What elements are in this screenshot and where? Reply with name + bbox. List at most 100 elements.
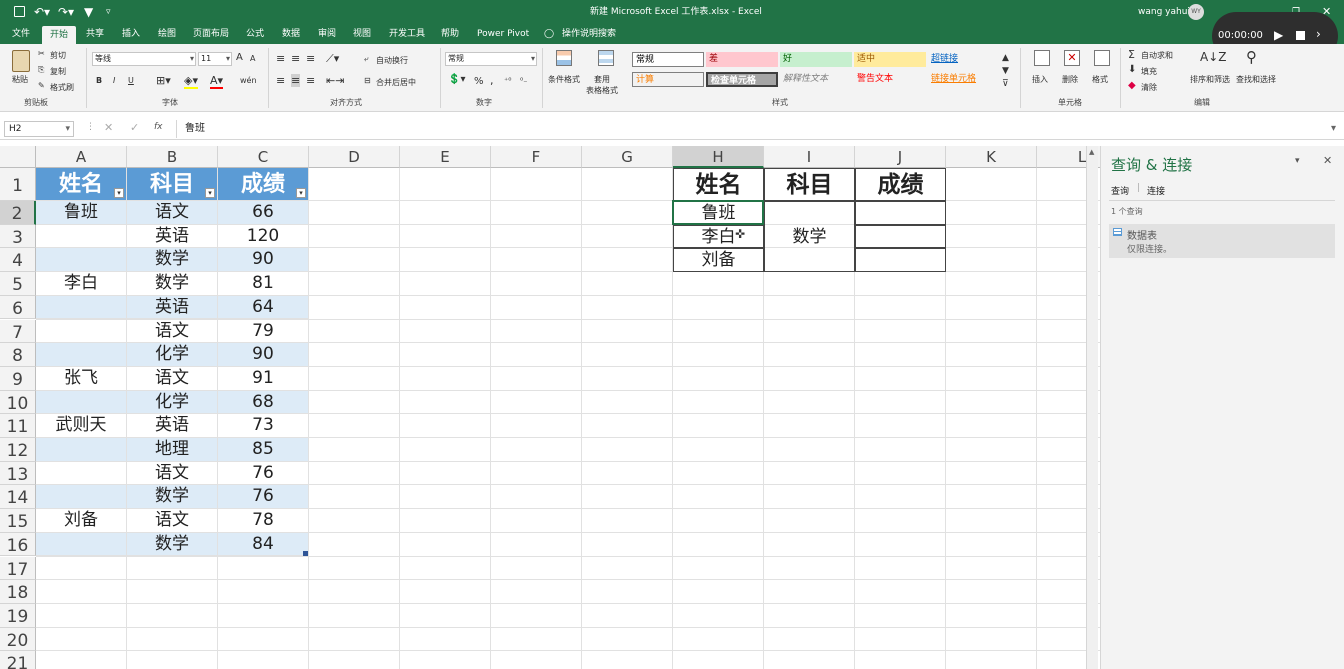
cell-style-6[interactable]: 检查单元格: [706, 72, 778, 87]
fill-color-icon[interactable]: ◈▾: [184, 74, 198, 89]
merge-center-button[interactable]: 合并后居中: [376, 77, 416, 88]
decrease-decimal-icon[interactable]: ⁰₋: [520, 76, 527, 85]
italic-button[interactable]: I: [113, 76, 115, 85]
col-header-K[interactable]: K: [946, 146, 1037, 168]
table-cell[interactable]: 语文: [127, 461, 218, 486]
col-header-J[interactable]: J: [855, 146, 946, 168]
tab-help[interactable]: 帮助: [441, 24, 459, 44]
table-cell[interactable]: 91: [218, 366, 309, 391]
collapse-icon[interactable]: ›: [1316, 27, 1321, 41]
cell-style-4[interactable]: 超链接: [928, 52, 998, 67]
cell-style-3[interactable]: 适中: [854, 52, 926, 67]
query-header-2[interactable]: 成绩: [855, 168, 946, 201]
cancel-icon[interactable]: ✕: [104, 121, 113, 134]
comma-button[interactable]: ,: [490, 74, 494, 87]
orientation-icon[interactable]: ⟋▾: [326, 52, 339, 66]
cell-style-8[interactable]: 警告文本: [854, 72, 926, 87]
row-header-1[interactable]: 1: [0, 168, 36, 201]
row-header-12[interactable]: 12: [0, 438, 36, 462]
tab-data[interactable]: 数据: [282, 24, 300, 44]
row-header-20[interactable]: 20: [0, 627, 36, 652]
table-cell[interactable]: 79: [218, 319, 309, 344]
row-header-3[interactable]: 3: [0, 224, 36, 249]
col-header-G[interactable]: G: [582, 146, 673, 168]
row-header-15[interactable]: 15: [0, 509, 36, 533]
table-cell[interactable]: [36, 319, 127, 344]
col-header-D[interactable]: D: [309, 146, 400, 168]
row-header-18[interactable]: 18: [0, 580, 36, 604]
percent-button[interactable]: %: [474, 76, 484, 87]
query-header-1[interactable]: 科目: [764, 168, 855, 201]
play-icon[interactable]: ▶: [1274, 28, 1283, 42]
pane-close-icon[interactable]: ✕: [1323, 154, 1332, 167]
row-header-7[interactable]: 7: [0, 319, 36, 344]
font-size-combo[interactable]: 11 ▾: [198, 52, 232, 66]
cut-button[interactable]: 剪切: [50, 50, 66, 61]
table-cell[interactable]: 76: [218, 461, 309, 486]
fill-button[interactable]: 填充: [1141, 66, 1157, 77]
align-top-icon[interactable]: ≡: [276, 52, 285, 65]
row-header-17[interactable]: 17: [0, 556, 36, 581]
align-right-icon[interactable]: ≡: [306, 74, 315, 87]
tab-draw[interactable]: 绘图: [158, 24, 176, 44]
tab-formulas[interactable]: 公式: [246, 24, 264, 44]
table-cell[interactable]: 数学: [127, 532, 218, 557]
copy-button[interactable]: 复制: [50, 66, 66, 77]
query-subject-merged[interactable]: 数学: [764, 201, 855, 273]
align-bottom-icon[interactable]: ≡: [306, 52, 315, 65]
row-header-4[interactable]: 4: [0, 248, 36, 273]
tab-view[interactable]: 视图: [353, 24, 371, 44]
table-cell[interactable]: [36, 532, 127, 557]
col-header-H[interactable]: H: [673, 146, 764, 168]
tab-share[interactable]: 共享: [86, 24, 104, 44]
format-as-table-button[interactable]: 套用 表格格式: [586, 74, 618, 96]
table-cell[interactable]: 鲁班: [36, 201, 127, 225]
row-header-9[interactable]: 9: [0, 366, 36, 391]
table-cell[interactable]: 语文: [127, 509, 218, 533]
align-left-icon[interactable]: ≡: [276, 74, 285, 87]
table-cell[interactable]: [36, 343, 127, 367]
enter-icon[interactable]: ✓: [130, 121, 139, 134]
query-header-0[interactable]: 姓名: [673, 168, 764, 201]
worksheet-grid[interactable]: A B C D E F G H I J K L 1 2 3 4 5 6 7 8 9 10 11 12 13 14 15 16 17 18 1…: [0, 146, 1100, 669]
row-header-10[interactable]: 10: [0, 390, 36, 415]
undo-icon[interactable]: ↶▾: [34, 0, 50, 24]
delete-cells-button[interactable]: 删除: [1062, 74, 1078, 85]
name-box[interactable]: H2 ▾: [4, 121, 74, 137]
customize-qat-icon[interactable]: ▿: [106, 0, 111, 24]
row-header-6[interactable]: 6: [0, 295, 36, 320]
table-cell[interactable]: 73: [218, 414, 309, 438]
row-header-11[interactable]: 11: [0, 414, 36, 438]
indent-icon[interactable]: ⇤⇥: [326, 74, 344, 87]
table-cell[interactable]: [36, 390, 127, 415]
row-header-16[interactable]: 16: [0, 532, 36, 557]
table-cell[interactable]: 李白: [36, 272, 127, 296]
table-resize-handle[interactable]: [303, 550, 308, 556]
wrap-text-button[interactable]: 自动换行: [376, 55, 408, 66]
underline-button[interactable]: U: [128, 76, 134, 85]
table-cell[interactable]: [36, 438, 127, 462]
cell-style-2[interactable]: 好: [780, 52, 852, 67]
tab-home[interactable]: 开始: [42, 26, 77, 44]
query-name-cell[interactable]: 刘备: [673, 248, 764, 273]
table-cell[interactable]: 英语: [127, 414, 218, 438]
insert-cells-button[interactable]: 插入: [1032, 74, 1048, 85]
currency-icon[interactable]: 💲▾: [448, 74, 465, 85]
table-cell[interactable]: 英语: [127, 295, 218, 320]
table-cell[interactable]: [36, 485, 127, 510]
grow-font-button[interactable]: A: [236, 52, 243, 63]
table-cell[interactable]: 90: [218, 343, 309, 367]
table-cell[interactable]: 语文: [127, 366, 218, 391]
row-header-8[interactable]: 8: [0, 343, 36, 367]
table-cell[interactable]: 化学: [127, 390, 218, 415]
align-center-icon[interactable]: ≡: [291, 74, 301, 87]
table-cell[interactable]: 数学: [127, 248, 218, 273]
query-score-cell[interactable]: [855, 201, 946, 225]
filter-dropdown-icon[interactable]: ▾: [205, 188, 215, 198]
table-cell[interactable]: 81: [218, 272, 309, 296]
font-color-icon[interactable]: A▾: [210, 74, 224, 89]
table-cell[interactable]: 数学: [127, 272, 218, 296]
table-cell[interactable]: 武则天: [36, 414, 127, 438]
filter-icon[interactable]: ▼: [84, 0, 93, 24]
pane-tab-queries[interactable]: 查询: [1111, 184, 1129, 197]
